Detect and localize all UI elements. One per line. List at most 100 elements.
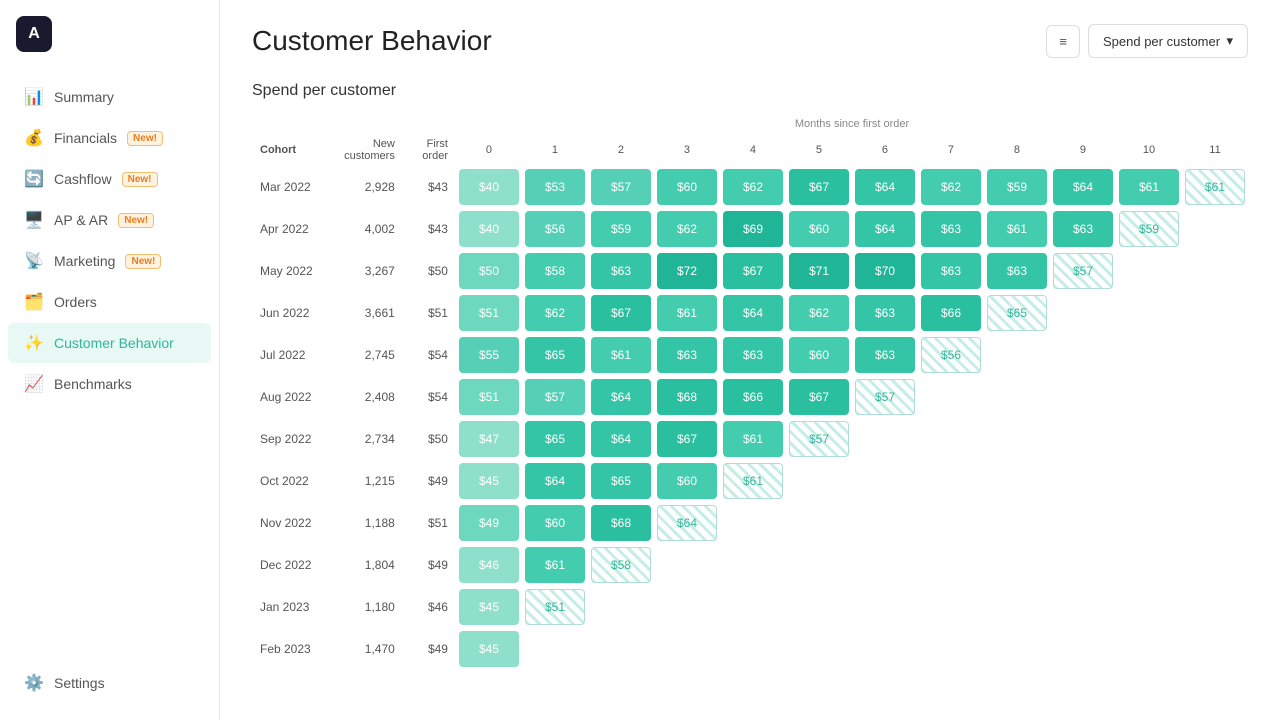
sidebar-item-label: Financials xyxy=(54,130,117,146)
cell-6-11 xyxy=(1182,418,1248,460)
cell-0-5: $67 xyxy=(786,166,852,208)
cell-10-1: $51 xyxy=(522,586,588,628)
cell-3-1: $62 xyxy=(522,292,588,334)
cell-0-8: $59 xyxy=(984,166,1050,208)
cell-8-11 xyxy=(1182,502,1248,544)
orders-icon: 🗂️ xyxy=(24,292,44,312)
cell-0-9: $64 xyxy=(1050,166,1116,208)
cell-10-0: $45 xyxy=(456,586,522,628)
table-row: Jul 2022 2,745 $54 $55$65$61$63$63$60$63… xyxy=(252,334,1248,376)
cell-1-0: $40 xyxy=(456,208,522,250)
page-title: Customer Behavior xyxy=(252,25,492,57)
cell-2-7: $63 xyxy=(918,250,984,292)
cohort-label: May 2022 xyxy=(252,250,328,292)
dropdown-label: Spend per customer xyxy=(1103,34,1220,49)
sidebar-item-ap-ar[interactable]: 🖥️ AP & AR New! xyxy=(8,200,211,240)
sidebar-item-orders[interactable]: 🗂️ Orders xyxy=(8,282,211,322)
header-controls: ≡ Spend per customer ▾ xyxy=(1046,24,1248,58)
cohort-table: Months since first order Cohort Newcusto… xyxy=(252,116,1248,670)
new-badge: New! xyxy=(122,172,158,187)
cell-6-8 xyxy=(984,418,1050,460)
sidebar-item-settings[interactable]: ⚙️ Settings xyxy=(8,663,211,703)
table-row: May 2022 3,267 $50 $50$58$63$72$67$71$70… xyxy=(252,250,1248,292)
sidebar: A 📊 Summary 💰 Financials New! 🔄 Cashflow… xyxy=(0,0,220,720)
new-customers: 2,928 xyxy=(328,166,403,208)
cell-8-7 xyxy=(918,502,984,544)
cohort-label: Nov 2022 xyxy=(252,502,328,544)
cell-1-7: $63 xyxy=(918,208,984,250)
new-customers: 3,661 xyxy=(328,292,403,334)
cell-11-8 xyxy=(984,628,1050,670)
new-badge: New! xyxy=(125,254,161,269)
first-order: $49 xyxy=(403,544,456,586)
cell-9-6 xyxy=(852,544,918,586)
cohort-label: Mar 2022 xyxy=(252,166,328,208)
cell-5-6: $57 xyxy=(852,376,918,418)
first-order: $50 xyxy=(403,418,456,460)
sidebar-item-cashflow[interactable]: 🔄 Cashflow New! xyxy=(8,159,211,199)
benchmarks-icon: 📈 xyxy=(24,374,44,394)
cohort-label: Jun 2022 xyxy=(252,292,328,334)
sidebar-item-label: Orders xyxy=(54,294,97,310)
cell-3-0: $51 xyxy=(456,292,522,334)
cell-4-10 xyxy=(1116,334,1182,376)
filter-button[interactable]: ≡ xyxy=(1046,25,1080,58)
sidebar-item-summary[interactable]: 📊 Summary xyxy=(8,77,211,117)
cell-1-3: $62 xyxy=(654,208,720,250)
cell-2-4: $67 xyxy=(720,250,786,292)
cell-2-11 xyxy=(1182,250,1248,292)
cell-2-0: $50 xyxy=(456,250,522,292)
cell-3-11 xyxy=(1182,292,1248,334)
first-order: $51 xyxy=(403,502,456,544)
cell-11-0: $45 xyxy=(456,628,522,670)
cell-1-11 xyxy=(1182,208,1248,250)
sidebar-item-customer-behavior[interactable]: ✨ Customer Behavior xyxy=(8,323,211,363)
cohort-table-container: Months since first order Cohort Newcusto… xyxy=(252,116,1248,670)
table-row: Aug 2022 2,408 $54 $51$57$64$68$66$67$57 xyxy=(252,376,1248,418)
cell-11-4 xyxy=(720,628,786,670)
sidebar-item-financials[interactable]: 💰 Financials New! xyxy=(8,118,211,158)
new-customers: 2,734 xyxy=(328,418,403,460)
cell-5-5: $67 xyxy=(786,376,852,418)
app-logo: A xyxy=(16,16,52,52)
cohort-label: Jul 2022 xyxy=(252,334,328,376)
financials-icon: 💰 xyxy=(24,128,44,148)
first-order: $51 xyxy=(403,292,456,334)
cell-10-10 xyxy=(1116,586,1182,628)
cell-10-8 xyxy=(984,586,1050,628)
new-customers: 1,180 xyxy=(328,586,403,628)
new-badge: New! xyxy=(118,213,154,228)
cell-4-7: $56 xyxy=(918,334,984,376)
table-row: Feb 2023 1,470 $49 $45 xyxy=(252,628,1248,670)
sidebar-item-marketing[interactable]: 📡 Marketing New! xyxy=(8,241,211,281)
cell-0-11: $61 xyxy=(1182,166,1248,208)
cell-5-11 xyxy=(1182,376,1248,418)
cell-2-1: $58 xyxy=(522,250,588,292)
cell-8-1: $60 xyxy=(522,502,588,544)
cell-3-2: $67 xyxy=(588,292,654,334)
cell-6-6 xyxy=(852,418,918,460)
cell-0-6: $64 xyxy=(852,166,918,208)
cohort-label: Jan 2023 xyxy=(252,586,328,628)
sidebar-item-benchmarks[interactable]: 📈 Benchmarks xyxy=(8,364,211,404)
cell-3-6: $63 xyxy=(852,292,918,334)
cohort-label: Oct 2022 xyxy=(252,460,328,502)
cell-11-11 xyxy=(1182,628,1248,670)
cell-9-7 xyxy=(918,544,984,586)
cell-10-3 xyxy=(654,586,720,628)
sidebar-item-label: Settings xyxy=(54,675,105,691)
cell-3-3: $61 xyxy=(654,292,720,334)
cell-2-3: $72 xyxy=(654,250,720,292)
page-header: Customer Behavior ≡ Spend per customer ▾ xyxy=(252,24,1248,58)
cell-4-1: $65 xyxy=(522,334,588,376)
cell-1-6: $64 xyxy=(852,208,918,250)
new-badge: New! xyxy=(127,131,163,146)
sidebar-item-label: AP & AR xyxy=(54,212,108,228)
cell-11-3 xyxy=(654,628,720,670)
first-order: $54 xyxy=(403,334,456,376)
metric-dropdown[interactable]: Spend per customer ▾ xyxy=(1088,24,1248,58)
cell-2-9: $57 xyxy=(1050,250,1116,292)
table-row: Mar 2022 2,928 $43 $40$53$57$60$62$67$64… xyxy=(252,166,1248,208)
cell-3-8: $65 xyxy=(984,292,1050,334)
cell-7-10 xyxy=(1116,460,1182,502)
